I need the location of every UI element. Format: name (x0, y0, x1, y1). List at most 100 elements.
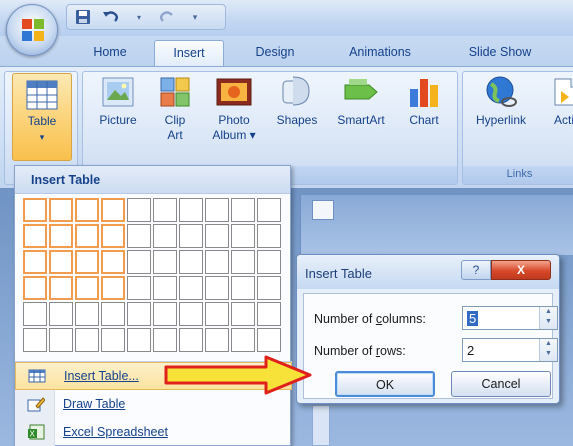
rows-value[interactable]: 2 (467, 343, 474, 358)
table-grid-cell[interactable] (49, 198, 73, 222)
table-grid-cell[interactable] (23, 328, 47, 352)
table-grid-cell[interactable] (205, 224, 229, 248)
table-grid-cell[interactable] (49, 302, 73, 326)
rows-spinner[interactable]: 2 ▲ ▼ (462, 338, 558, 362)
table-icon (26, 367, 48, 385)
cancel-button[interactable]: Cancel (451, 371, 551, 397)
table-grid-cell[interactable] (179, 224, 203, 248)
table-grid-cell[interactable] (127, 224, 151, 248)
tab-animations[interactable]: Animations (330, 40, 430, 66)
shapes-icon (282, 76, 310, 106)
table-grid-cell[interactable] (75, 250, 99, 274)
table-grid-cell[interactable] (127, 198, 151, 222)
table-grid-cell[interactable] (101, 302, 125, 326)
table-grid-cell[interactable] (101, 224, 125, 248)
table-grid-cell[interactable] (127, 250, 151, 274)
tab-insert[interactable]: Insert (154, 40, 224, 66)
table-grid-cell[interactable] (231, 250, 255, 274)
hyperlink-button[interactable]: Hyperlink (466, 75, 536, 128)
table-grid-cell[interactable] (23, 198, 47, 222)
office-button[interactable] (6, 4, 58, 56)
table-grid-cell[interactable] (231, 198, 255, 222)
table-grid-cell[interactable] (179, 276, 203, 300)
slide-thumbnail[interactable] (312, 200, 334, 220)
customize-toolbar-icon[interactable]: ▾ (185, 7, 205, 27)
save-icon[interactable] (73, 7, 93, 27)
table-grid-cell[interactable] (153, 276, 177, 300)
table-grid-cell[interactable] (23, 250, 47, 274)
table-grid-cell[interactable] (101, 328, 125, 352)
tab-design[interactable]: Design (240, 40, 310, 66)
table-grid-cell[interactable] (75, 328, 99, 352)
table-grid-cell[interactable] (231, 224, 255, 248)
table-grid-cell[interactable] (153, 224, 177, 248)
table-grid-cell[interactable] (75, 224, 99, 248)
table-grid-cell[interactable] (153, 302, 177, 326)
excel-spreadsheet-menu-item[interactable]: X Excel Spreadsheet (15, 418, 292, 446)
table-grid-cell[interactable] (153, 198, 177, 222)
table-grid-cell[interactable] (23, 224, 47, 248)
table-grid-cell[interactable] (205, 198, 229, 222)
columns-spin-arrows[interactable]: ▲ ▼ (539, 307, 557, 329)
table-grid-cell[interactable] (205, 276, 229, 300)
redo-icon[interactable] (157, 7, 177, 27)
table-grid-cell[interactable] (101, 250, 125, 274)
columns-label: Number of columns: (314, 312, 426, 326)
smartart-label: SmartArt (337, 113, 385, 127)
table-grid-cell[interactable] (101, 276, 125, 300)
table-grid-cell[interactable] (153, 250, 177, 274)
table-button[interactable]: Table ▾ (12, 73, 72, 161)
table-dropdown-arrow: ▾ (39, 132, 45, 142)
table-grid-cell[interactable] (231, 276, 255, 300)
table-grid-cell[interactable] (257, 276, 281, 300)
table-grid-cell[interactable] (231, 302, 255, 326)
table-grid-cell[interactable] (257, 328, 281, 352)
undo-icon[interactable] (101, 7, 121, 27)
table-grid-cell[interactable] (257, 224, 281, 248)
table-grid-cell[interactable] (179, 328, 203, 352)
table-grid-cell[interactable] (75, 276, 99, 300)
close-button[interactable]: X (491, 260, 551, 280)
table-grid-cell[interactable] (127, 302, 151, 326)
table-grid-cell[interactable] (23, 302, 47, 326)
tab-home[interactable]: Home (80, 40, 140, 66)
table-grid-cell[interactable] (153, 328, 177, 352)
table-grid-cell[interactable] (49, 276, 73, 300)
shapes-button[interactable]: Shapes (270, 75, 324, 128)
smartart-button[interactable]: SmartArt (330, 75, 392, 128)
table-grid-cell[interactable] (179, 302, 203, 326)
table-grid-cell[interactable] (179, 198, 203, 222)
table-grid-cell[interactable] (101, 198, 125, 222)
table-grid-cell[interactable] (127, 328, 151, 352)
table-grid-cell[interactable] (49, 250, 73, 274)
photo-album-button[interactable]: Photo Album ▾ (204, 75, 264, 143)
chart-button[interactable]: Chart (398, 75, 450, 128)
table-grid-cell[interactable] (257, 250, 281, 274)
picture-button[interactable]: Picture (90, 75, 146, 128)
action-button[interactable]: Acti (544, 75, 573, 128)
table-grid-cell[interactable] (75, 302, 99, 326)
table-grid-cell[interactable] (257, 302, 281, 326)
table-grid-cell[interactable] (75, 198, 99, 222)
table-grid-cell[interactable] (205, 250, 229, 274)
columns-spinner[interactable]: 5 ▲ ▼ (462, 306, 558, 330)
table-grid-cell[interactable] (23, 276, 47, 300)
table-grid-cell[interactable] (205, 328, 229, 352)
vertical-scrollbar[interactable] (312, 405, 330, 446)
table-grid-cell[interactable] (49, 328, 73, 352)
table-grid-cell[interactable] (127, 276, 151, 300)
columns-value[interactable]: 5 (467, 311, 479, 326)
table-grid-cell[interactable] (179, 250, 203, 274)
columns-label-part1: Number of (314, 312, 376, 326)
rows-spin-arrows[interactable]: ▲ ▼ (539, 339, 557, 361)
help-button[interactable]: ? (461, 260, 491, 280)
table-grid-cell[interactable] (231, 328, 255, 352)
dropdown-arrow-icon[interactable]: ▾ (129, 7, 149, 27)
table-grid-cell[interactable] (205, 302, 229, 326)
table-grid-cell[interactable] (49, 224, 73, 248)
photo-album-label-line1: Photo (218, 113, 250, 127)
tab-slide-show[interactable]: Slide Show (450, 40, 550, 66)
table-grid-cell[interactable] (257, 198, 281, 222)
ok-button[interactable]: OK (335, 371, 435, 397)
clip-art-button[interactable]: Clip Art (152, 75, 198, 143)
